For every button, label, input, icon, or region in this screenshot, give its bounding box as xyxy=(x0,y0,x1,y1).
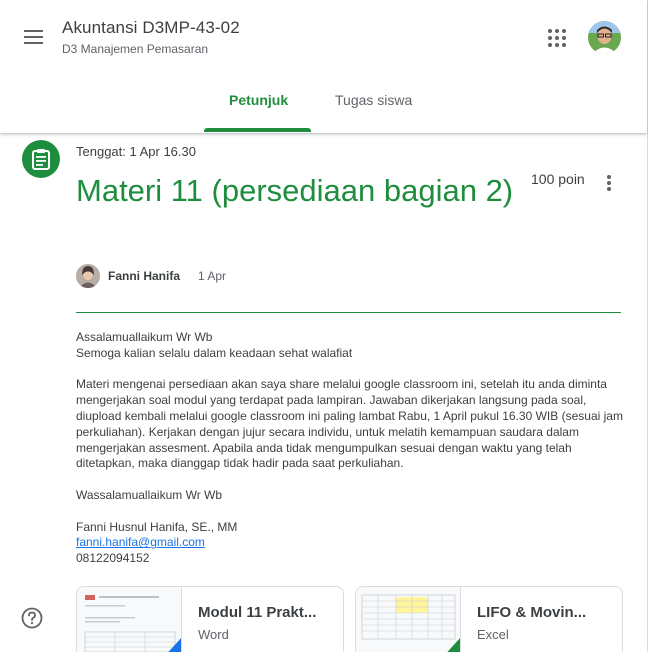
attachment-thumbnail-excel xyxy=(356,587,461,652)
attachment-type: Word xyxy=(198,627,229,642)
tab-petunjuk[interactable]: Petunjuk xyxy=(229,92,288,108)
user-avatar[interactable] xyxy=(588,21,621,54)
class-title[interactable]: Akuntansi D3MP-43-02 xyxy=(62,18,240,38)
attachment-type: Excel xyxy=(477,627,509,642)
phone-number: 08122094152 xyxy=(76,551,150,566)
points-value: 100 poin xyxy=(531,171,585,187)
assignment-icon xyxy=(22,140,60,178)
due-date: Tenggat: 1 Apr 16.30 xyxy=(76,144,196,159)
attachment-card-word[interactable]: Modul 11 Prakt... Word xyxy=(76,586,344,652)
closing-line: Wassalamuallaikum Wr Wb xyxy=(76,487,223,502)
apps-grid-icon[interactable] xyxy=(544,25,570,51)
attachment-card-excel[interactable]: LIFO & Movin... Excel xyxy=(355,586,623,652)
more-vert-icon[interactable] xyxy=(600,172,618,194)
greeting-line-2: Semoga kalian selalu dalam keadaan sehat… xyxy=(76,345,353,360)
classroom-assignment-page: Akuntansi D3MP-43-02 D3 Manajemen Pemasa… xyxy=(0,0,648,652)
attachment-thumbnail-word xyxy=(77,587,182,652)
app-header: Akuntansi D3MP-43-02 D3 Manajemen Pemasa… xyxy=(0,0,647,133)
instruction-paragraph: Materi mengenai persediaan akan saya sha… xyxy=(76,377,623,471)
active-tab-indicator xyxy=(204,128,311,132)
help-icon[interactable] xyxy=(21,607,43,629)
greeting-line-1: Assalamuallaikum Wr Wb xyxy=(76,330,213,344)
author-avatar xyxy=(76,264,100,288)
assignment-title: Materi 11 (persediaan bagian 2) xyxy=(76,173,514,208)
posted-date: 1 Apr xyxy=(198,269,227,283)
signature-name: Fanni Husnul Hanifa, SE., MM xyxy=(76,519,238,534)
menu-icon[interactable] xyxy=(20,25,48,49)
class-subtitle: D3 Manajemen Pemasaran xyxy=(62,42,209,56)
attachment-title: LIFO & Movin... xyxy=(477,604,587,621)
assignment-description: Assalamuallaikum Wr Wb Semoga kalian sel… xyxy=(76,330,624,567)
title-divider xyxy=(76,312,621,313)
email-link[interactable]: fanni.hanifa@gmail.com xyxy=(76,535,205,549)
author-name: Fanni Hanifa xyxy=(108,269,181,283)
attachment-title: Modul 11 Prakt... xyxy=(198,604,317,621)
tab-tugas-siswa[interactable]: Tugas siswa xyxy=(335,92,412,108)
